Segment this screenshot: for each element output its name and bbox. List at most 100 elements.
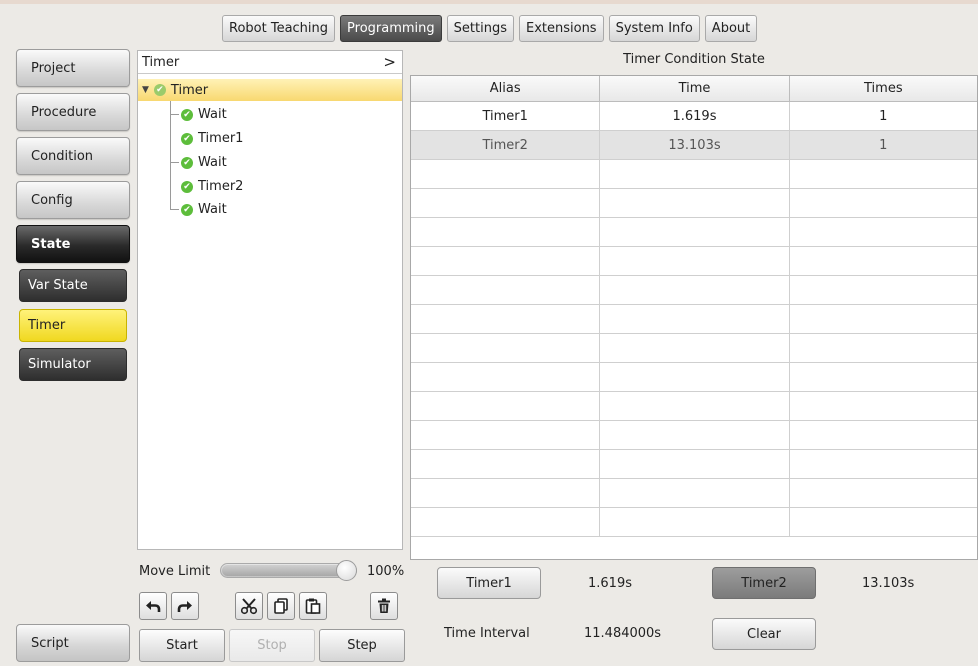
empty-cell [411, 392, 601, 420]
empty-cell [411, 160, 601, 188]
empty-cell [790, 508, 977, 536]
cut-button[interactable] [235, 592, 263, 620]
tree-header: Timer > [138, 51, 402, 74]
move-limit-slider[interactable] [220, 560, 357, 581]
sidebar-subitem-var-state[interactable]: Var State [19, 269, 127, 302]
empty-cell [790, 247, 977, 275]
tree-node-label: Wait [198, 202, 227, 217]
clear-button[interactable]: Clear [712, 618, 816, 650]
copy-button[interactable] [267, 592, 295, 620]
empty-cell [600, 508, 790, 536]
empty-cell [411, 247, 601, 275]
paste-icon [305, 598, 321, 614]
empty-cell [600, 334, 790, 362]
delete-button[interactable] [370, 592, 398, 620]
empty-table-row [411, 305, 977, 334]
sidebar-subitem-simulator[interactable]: Simulator [19, 348, 127, 381]
tree-connector-line [170, 209, 179, 210]
empty-table-row [411, 160, 977, 189]
script-button[interactable]: Script [16, 624, 130, 662]
tree-node-timer-root[interactable]: ▼ ✔ Timer [138, 79, 402, 101]
sidebar-item-procedure[interactable]: Procedure [16, 93, 130, 131]
empty-cell [790, 363, 977, 391]
empty-cell [600, 247, 790, 275]
start-button[interactable]: Start [139, 629, 225, 662]
copy-icon [274, 598, 288, 614]
sidebar-item-project[interactable]: Project [16, 49, 130, 87]
window-top-edge [0, 0, 978, 4]
empty-table-row [411, 218, 977, 247]
move-limit-label: Move Limit [139, 564, 211, 579]
empty-cell [600, 450, 790, 478]
empty-cell [600, 363, 790, 391]
empty-cell [411, 421, 601, 449]
cell-time: 13.103s [600, 131, 790, 159]
table-row-selected[interactable]: Timer2 13.103s 1 [411, 131, 977, 160]
empty-table-row [411, 189, 977, 218]
column-header-times[interactable]: Times [790, 76, 977, 101]
tree-node-label: Wait [198, 107, 227, 122]
tab-robot-teaching[interactable]: Robot Teaching [222, 15, 336, 42]
empty-cell [411, 276, 601, 304]
move-limit-value: 100% [367, 564, 405, 579]
column-header-alias[interactable]: Alias [411, 76, 601, 101]
tree-node-label: Timer2 [198, 179, 244, 194]
collapse-triangle-icon[interactable]: ▼ [142, 85, 149, 95]
undo-button[interactable] [139, 592, 167, 620]
empty-table-row [411, 421, 977, 450]
tab-system-info[interactable]: System Info [608, 15, 700, 42]
empty-cell [411, 450, 601, 478]
empty-cell [790, 160, 977, 188]
step-button[interactable]: Step [319, 629, 405, 662]
empty-cell [411, 508, 601, 536]
stop-button[interactable]: Stop [229, 629, 315, 662]
timer-state-table: Alias Time Times Timer1 1.619s 1 Timer2 … [410, 75, 978, 560]
empty-cell [600, 392, 790, 420]
tree-connector-line [170, 101, 171, 209]
check-icon: ✔ [181, 132, 193, 145]
tree-node-timer1[interactable]: ✔ Timer1 [181, 130, 243, 147]
timer1-button[interactable]: Timer1 [437, 567, 541, 599]
tree-node-wait[interactable]: ✔ Wait [181, 201, 227, 218]
tree-node-wait[interactable]: ✔ Wait [181, 154, 227, 171]
slider-handle[interactable] [336, 560, 357, 581]
timer1-time-value: 1.619s [588, 576, 632, 591]
paste-button[interactable] [299, 592, 327, 620]
table-title: Timer Condition State [623, 52, 765, 67]
expand-chevron-icon[interactable]: > [383, 53, 396, 71]
empty-table-row [411, 276, 977, 305]
table-row[interactable]: Timer1 1.619s 1 [411, 102, 977, 131]
cut-icon [240, 598, 258, 615]
tab-extensions[interactable]: Extensions [518, 15, 604, 42]
empty-table-row [411, 334, 977, 363]
empty-cell [790, 479, 977, 507]
tab-programming[interactable]: Programming [340, 15, 442, 42]
empty-table-row [411, 363, 977, 392]
cell-time: 1.619s [600, 102, 790, 130]
sidebar-item-condition[interactable]: Condition [16, 137, 130, 175]
tree-node-wait[interactable]: ✔ Wait [181, 106, 227, 123]
sidebar-item-state[interactable]: State [16, 225, 130, 263]
empty-cell [600, 421, 790, 449]
cell-times: 1 [879, 108, 888, 124]
empty-cell [790, 218, 977, 246]
cell-alias: Timer1 [411, 102, 601, 130]
timer2-button[interactable]: Timer2 [712, 567, 816, 599]
tab-settings[interactable]: Settings [446, 15, 514, 42]
empty-table-row [411, 508, 977, 537]
check-icon: ✔ [181, 108, 193, 121]
empty-cell [411, 363, 601, 391]
sidebar-item-config[interactable]: Config [16, 181, 130, 219]
tree-node-label: Timer1 [198, 131, 244, 146]
empty-cell [411, 479, 601, 507]
empty-cell [790, 334, 977, 362]
column-header-time[interactable]: Time [600, 76, 790, 101]
tab-about[interactable]: About [704, 15, 758, 42]
undo-icon [146, 601, 161, 612]
empty-cell [411, 305, 601, 333]
sidebar-subitem-timer[interactable]: Timer [19, 309, 127, 342]
time-interval-label: Time Interval [444, 626, 530, 641]
empty-cell [600, 160, 790, 188]
redo-button[interactable] [171, 592, 199, 620]
tree-node-timer2[interactable]: ✔ Timer2 [181, 178, 243, 195]
